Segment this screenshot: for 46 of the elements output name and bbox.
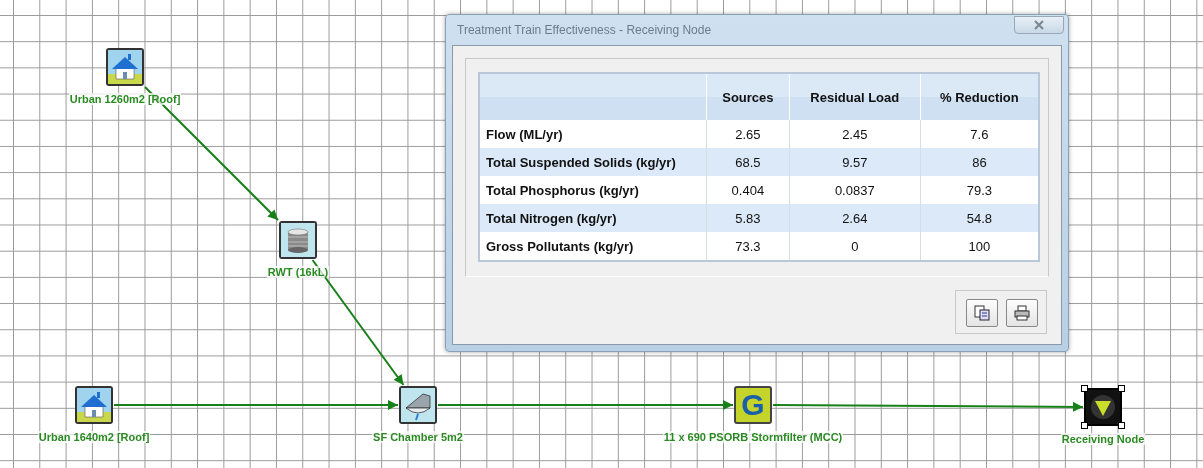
table-cell: 2.45: [789, 120, 921, 148]
table-cell: 0.404: [706, 176, 790, 204]
column-header: Sources: [706, 73, 790, 120]
node-label: RWT (16kL): [266, 266, 330, 278]
table-cell: 86: [920, 148, 1039, 176]
table-cell: 73.3: [706, 232, 790, 261]
selection-handle[interactable]: [1081, 422, 1088, 429]
print-button[interactable]: [1006, 299, 1038, 327]
triangle-node-icon[interactable]: [1084, 388, 1122, 426]
table-cell: 5.83: [706, 204, 790, 232]
copy-icon: [974, 305, 990, 321]
table-cell: Total Suspended Solids (kg/yr): [479, 148, 707, 176]
column-header: % Reduction: [920, 73, 1039, 120]
table-cell: 2.65: [706, 120, 790, 148]
chamber-icon[interactable]: [399, 386, 437, 424]
table-cell: Total Phosphorus (kg/yr): [479, 176, 707, 204]
table-cell: 0.0837: [789, 176, 921, 204]
house-icon[interactable]: [106, 48, 144, 86]
node-label: Urban 1640m2 [Roof]: [37, 431, 151, 443]
table-cell: 68.5: [706, 148, 790, 176]
selection-handle[interactable]: [1118, 422, 1125, 429]
house-icon[interactable]: [75, 386, 113, 424]
tank-icon[interactable]: [279, 221, 317, 259]
node-label: Urban 1260m2 [Roof]: [68, 93, 182, 105]
table-cell: 100: [920, 232, 1039, 261]
table-cell: Flow (ML/yr): [479, 120, 707, 148]
window-title: Treatment Train Effectiveness - Receiving Node: [457, 23, 712, 37]
table-cell: 9.57: [789, 148, 921, 176]
table-cell: 7.6: [920, 120, 1039, 148]
copy-button[interactable]: [966, 299, 998, 327]
table-cell: 2.64: [789, 204, 921, 232]
node-label: 11 x 690 PSORB Stormfilter (MCC): [662, 431, 844, 443]
close-icon: [1033, 20, 1045, 30]
column-header: Residual Load: [789, 73, 921, 120]
table-cell: 54.8: [920, 204, 1039, 232]
printer-icon: [1014, 305, 1030, 321]
letter-tile-icon[interactable]: G: [734, 386, 772, 424]
node-label: SF Chamber 5m2: [372, 431, 464, 443]
selection-handle[interactable]: [1118, 385, 1125, 392]
table-cell: Gross Pollutants (kg/yr): [479, 232, 707, 261]
selection-handle[interactable]: [1081, 385, 1088, 392]
table-cell: Total Nitrogen (kg/yr): [479, 204, 707, 232]
close-button[interactable]: [1014, 16, 1064, 34]
table-cell: 79.3: [920, 176, 1039, 204]
node-label: Receiving Node: [1060, 433, 1146, 445]
table-cell: 0: [789, 232, 921, 261]
